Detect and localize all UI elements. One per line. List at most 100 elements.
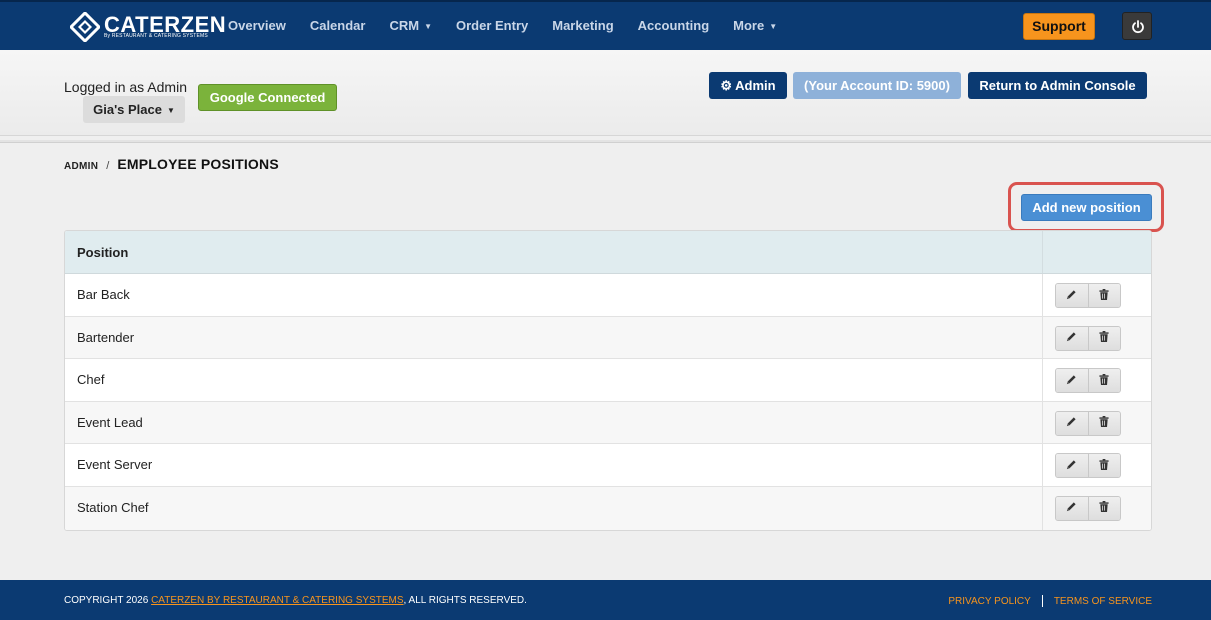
nav-item-label: More	[733, 18, 765, 33]
nav-item-label: Overview	[228, 18, 286, 33]
admin-button[interactable]: ⚙ Admin	[709, 72, 787, 99]
table-row: Station Chef	[65, 486, 1151, 530]
trash-icon	[1099, 329, 1110, 347]
nav-item-label: Marketing	[552, 18, 614, 33]
breadcrumb-admin-link[interactable]: ADMIN	[64, 161, 98, 172]
position-name: Bartender	[65, 316, 1043, 359]
logged-in-text: Logged in as Admin	[64, 79, 187, 95]
account-bar-divider	[0, 140, 1211, 143]
nav-item-accounting[interactable]: Accounting	[626, 2, 722, 50]
top-navbar: CATERZEN By RESTAURANT & CATERING SYSTEM…	[0, 0, 1211, 50]
edit-button[interactable]	[1056, 369, 1088, 393]
row-actions	[1043, 487, 1151, 530]
footer: COPYRIGHT 2026 CATERZEN BY RESTAURANT & …	[0, 580, 1211, 620]
logo-diamond-icon	[70, 12, 100, 42]
delete-button[interactable]	[1087, 326, 1120, 350]
nav-item-more[interactable]: More ▼	[721, 2, 789, 50]
edit-button[interactable]	[1056, 454, 1088, 478]
row-action-group	[1055, 410, 1121, 436]
pencil-icon	[1066, 414, 1077, 432]
location-dropdown[interactable]: Gia's Place ▼	[83, 96, 185, 123]
location-label: Gia's Place	[93, 102, 162, 117]
edit-button[interactable]	[1056, 411, 1088, 435]
trash-icon	[1099, 287, 1110, 305]
delete-button[interactable]	[1087, 284, 1120, 307]
row-action-group	[1055, 495, 1121, 521]
edit-button[interactable]	[1056, 284, 1088, 307]
nav-item-overview[interactable]: Overview	[216, 2, 298, 50]
pencil-icon	[1066, 287, 1077, 305]
page-title: EMPLOYEE POSITIONS	[117, 156, 279, 172]
nav-item-order-entry[interactable]: Order Entry	[444, 2, 540, 50]
row-actions	[1043, 444, 1151, 486]
main-nav: Overview Calendar CRM ▼ Order Entry Marketing…	[216, 2, 789, 50]
column-header-position: Position	[65, 231, 1043, 273]
company-link[interactable]: CATERZEN BY RESTAURANT & CATERING SYSTEM…	[151, 595, 403, 606]
power-icon	[1132, 20, 1144, 34]
delete-button[interactable]	[1087, 369, 1120, 393]
privacy-policy-link[interactable]: PRIVACY POLICY	[948, 596, 1030, 607]
position-name: Event Lead	[65, 401, 1043, 444]
table-row: Chef	[65, 359, 1151, 402]
trash-icon	[1099, 499, 1110, 517]
row-action-group	[1055, 368, 1121, 394]
terms-of-service-link[interactable]: TERMS OF SERVICE	[1054, 596, 1152, 607]
support-button[interactable]: Support	[1023, 13, 1095, 40]
pencil-icon	[1066, 457, 1077, 475]
account-id-badge: (Your Account ID: 5900)	[793, 72, 961, 99]
row-action-group	[1055, 325, 1121, 351]
gear-icon: ⚙	[720, 78, 733, 93]
pencil-icon	[1066, 499, 1077, 517]
position-name: Chef	[65, 359, 1043, 401]
delete-button[interactable]	[1087, 496, 1120, 520]
edit-button[interactable]	[1056, 326, 1088, 350]
logout-button[interactable]	[1122, 12, 1152, 40]
admin-label: Admin	[735, 78, 776, 93]
nav-item-label: CRM	[389, 18, 420, 33]
caterzen-logo[interactable]: CATERZEN By RESTAURANT & CATERING SYSTEM…	[70, 12, 226, 42]
chevron-down-icon: ▼	[769, 21, 778, 31]
footer-links: PRIVACY POLICY TERMS OF SERVICE	[948, 595, 1152, 607]
delete-button[interactable]	[1087, 411, 1120, 435]
nav-item-marketing[interactable]: Marketing	[540, 2, 625, 50]
trash-icon	[1099, 457, 1110, 475]
position-name: Event Server	[65, 444, 1043, 486]
nav-item-label: Order Entry	[456, 18, 529, 33]
nav-item-crm[interactable]: CRM ▼	[377, 2, 444, 50]
position-name: Bar Back	[65, 274, 1043, 316]
breadcrumb-separator: /	[106, 160, 110, 172]
breadcrumb: ADMIN / EMPLOYEE POSITIONS	[64, 156, 279, 172]
return-admin-console-button[interactable]: Return to Admin Console	[968, 72, 1147, 99]
table-row: Bar Back	[65, 274, 1151, 317]
nav-item-calendar[interactable]: Calendar	[298, 2, 378, 50]
row-action-group	[1055, 453, 1121, 479]
trash-icon	[1099, 414, 1110, 432]
add-new-position-button[interactable]: Add new position	[1021, 194, 1152, 221]
pencil-icon	[1066, 329, 1077, 347]
nav-item-label: Accounting	[637, 18, 710, 33]
delete-button[interactable]	[1087, 454, 1120, 478]
trash-icon	[1099, 372, 1110, 390]
nav-item-label: Calendar	[309, 18, 366, 33]
table-row: Event Lead	[65, 401, 1151, 445]
position-name: Station Chef	[65, 486, 1043, 530]
edit-button[interactable]	[1056, 496, 1088, 520]
chevron-down-icon: ▼	[424, 21, 432, 31]
account-bar: Logged in as Admin Gia's Place ▼ Google C…	[0, 50, 1211, 136]
google-connected-button[interactable]: Google Connected	[198, 84, 337, 111]
row-actions	[1043, 274, 1151, 316]
copyright-prefix: COPYRIGHT 2026	[64, 595, 152, 606]
logo-tagline: By RESTAURANT & CATERING SYSTEMS	[104, 33, 208, 39]
positions-table: Position Bar Back Bartender Chef Event Lead…	[64, 230, 1152, 531]
copyright-suffix: , ALL RIGHTS RESERVED.	[403, 595, 527, 606]
table-row: Bartender	[65, 316, 1151, 360]
table-row: Event Server	[65, 444, 1151, 487]
table-header: Position	[65, 231, 1151, 274]
chevron-down-icon: ▼	[166, 106, 175, 116]
table-body: Bar Back Bartender Chef Event Lead Event Ser…	[65, 274, 1151, 530]
footer-divider	[1041, 595, 1043, 607]
row-actions	[1043, 359, 1151, 401]
row-actions	[1043, 402, 1151, 444]
row-actions	[1043, 317, 1151, 359]
row-action-group	[1055, 283, 1121, 308]
